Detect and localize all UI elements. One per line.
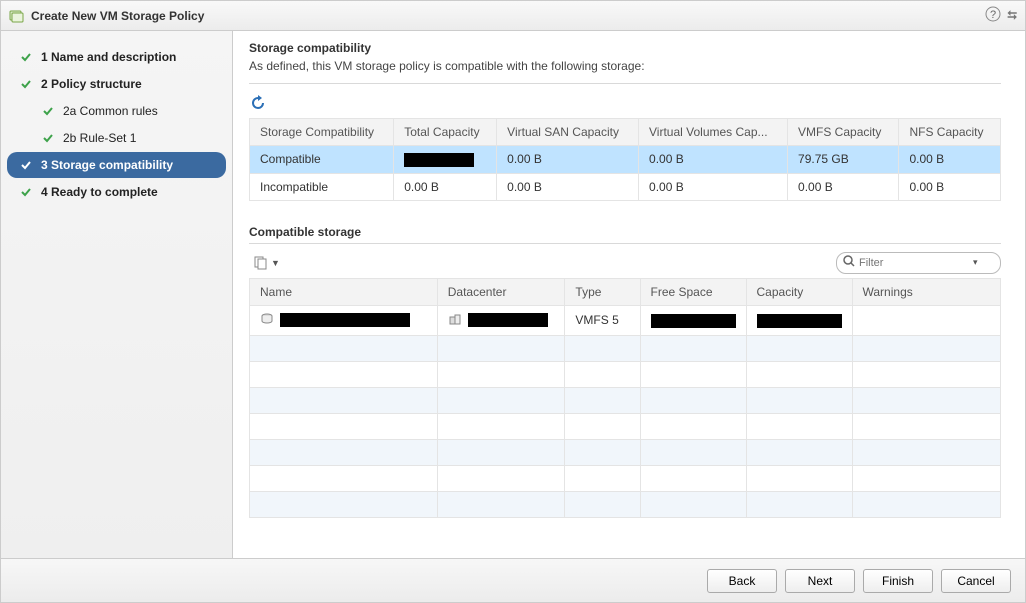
step-label: 4 Ready to complete [41,185,158,199]
refresh-button[interactable] [249,94,267,112]
cell-warn [852,305,1001,335]
redacted-value [757,314,842,328]
window-title: Create New VM Storage Policy [31,9,979,23]
cell-nfs: 0.00 B [899,146,1001,174]
actions-menu-button[interactable]: ▼ [249,253,284,273]
col-compat[interactable]: Storage Compatibility [250,119,394,146]
cell-vvol: 0.00 B [639,146,788,174]
step-label: 1 Name and description [41,50,176,64]
col-dc[interactable]: Datacenter [437,278,565,305]
wizard-icon [9,8,25,24]
step-rule-set-1[interactable]: 2b Rule-Set 1 [7,125,226,151]
table-row[interactable] [250,335,1001,361]
page-description: As defined, this VM storage policy is co… [249,59,1001,84]
step-label: 2a Common rules [63,104,158,118]
table-row[interactable] [250,387,1001,413]
check-icon [41,105,55,117]
cell-free [640,305,746,335]
wizard-content: Storage compatibility As defined, this V… [233,31,1025,558]
col-vvol[interactable]: Virtual Volumes Cap... [639,119,788,146]
compatible-storage-table: Name Datacenter Type Free Space Capacity… [249,278,1001,518]
cell-vsan: 0.00 B [497,173,639,200]
datastore-icon [260,312,274,329]
check-icon [19,78,33,90]
table-row[interactable] [250,413,1001,439]
cell-vmfs: 79.75 GB [788,146,899,174]
table-row[interactable] [250,491,1001,517]
cell-total: 0.00 B [394,173,497,200]
redacted-value [651,314,736,328]
step-label: 2 Policy structure [41,77,142,91]
cell-cap [746,305,852,335]
wizard-steps-sidebar: 1 Name and description 2 Policy structur… [1,31,233,558]
chevron-down-icon[interactable]: ▾ [973,257,978,268]
table-row[interactable]: Incompatible 0.00 B 0.00 B 0.00 B 0.00 B… [250,173,1001,200]
col-total[interactable]: Total Capacity [394,119,497,146]
titlebar: Create New VM Storage Policy ? ⮀ [1,1,1025,31]
finish-button[interactable]: Finish [863,569,933,593]
col-cap[interactable]: Capacity [746,278,852,305]
table-row[interactable] [250,439,1001,465]
help-icon[interactable]: ? [985,6,1001,25]
check-icon [19,51,33,63]
col-warn[interactable]: Warnings [852,278,1001,305]
redacted-value [468,313,548,327]
col-nfs[interactable]: NFS Capacity [899,119,1001,146]
table-row[interactable]: VMFS 5 [250,305,1001,335]
col-vsan[interactable]: Virtual SAN Capacity [497,119,639,146]
cell-label: Compatible [250,146,394,174]
step-label: 2b Rule-Set 1 [63,131,136,145]
search-icon [843,255,855,270]
cell-label: Incompatible [250,173,394,200]
wizard-footer: Back Next Finish Cancel [1,558,1025,602]
next-button[interactable]: Next [785,569,855,593]
chevron-down-icon: ▼ [271,258,280,268]
step-storage-compatibility[interactable]: 3 Storage compatibility [7,152,226,178]
svg-text:?: ? [990,9,996,21]
wizard-body: 1 Name and description 2 Policy structur… [1,31,1025,558]
step-ready-to-complete[interactable]: 4 Ready to complete [7,179,226,205]
filter-input[interactable] [859,257,969,269]
cell-vsan: 0.00 B [497,146,639,174]
filter-box[interactable]: ▾ [836,252,1001,274]
check-icon [19,159,33,171]
redacted-value [404,153,474,167]
col-type[interactable]: Type [565,278,640,305]
cell-dc [437,305,565,335]
cell-name [250,305,438,335]
col-name[interactable]: Name [250,278,438,305]
back-button[interactable]: Back [707,569,777,593]
check-icon [41,132,55,144]
cancel-button[interactable]: Cancel [941,569,1011,593]
page-title: Storage compatibility [249,41,1001,55]
vm-storage-policy-wizard: Create New VM Storage Policy ? ⮀ 1 Name … [0,0,1026,603]
table-row[interactable]: Compatible 0.00 B 0.00 B 79.75 GB 0.00 B [250,146,1001,174]
compatible-storage-title: Compatible storage [249,225,1001,239]
table-row[interactable] [250,361,1001,387]
expand-icon[interactable]: ⮀ [1007,8,1017,23]
step-policy-structure[interactable]: 2 Policy structure [7,71,226,97]
storage-toolbar: ▼ ▾ [249,243,1001,274]
datacenter-icon [448,312,462,329]
step-label: 3 Storage compatibility [41,158,173,172]
cell-vvol: 0.00 B [639,173,788,200]
cell-vmfs: 0.00 B [788,173,899,200]
col-vmfs[interactable]: VMFS Capacity [788,119,899,146]
cell-nfs: 0.00 B [899,173,1001,200]
col-free[interactable]: Free Space [640,278,746,305]
step-name-description[interactable]: 1 Name and description [7,44,226,70]
cell-type: VMFS 5 [565,305,640,335]
redacted-value [280,313,410,327]
check-icon [19,186,33,198]
step-common-rules[interactable]: 2a Common rules [7,98,226,124]
table-row[interactable] [250,465,1001,491]
cell-total [394,146,497,174]
compatibility-table: Storage Compatibility Total Capacity Vir… [249,118,1001,201]
